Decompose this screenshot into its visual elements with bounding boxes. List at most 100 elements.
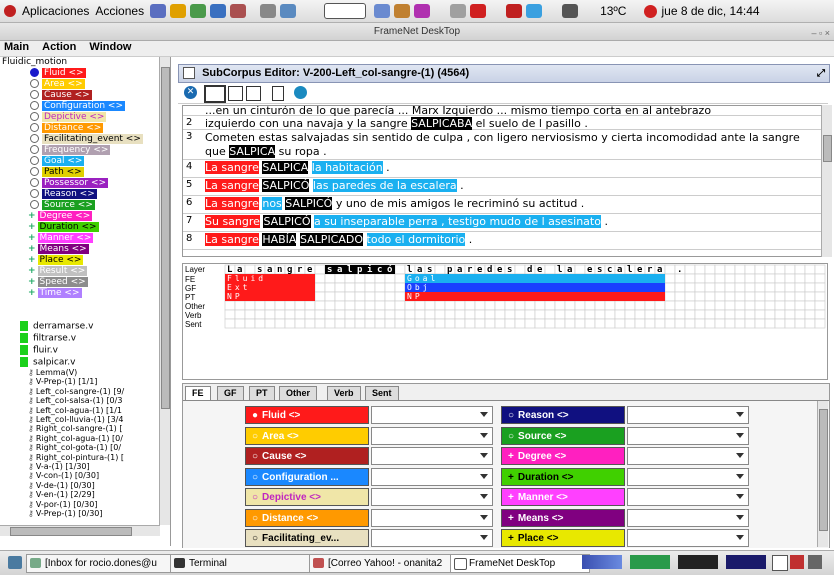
grid-cell[interactable]	[664, 300, 676, 311]
tree-subcorpus-item[interactable]: ⚷ Right_col-agua-(1) [0/	[28, 434, 123, 443]
scroll-thumb[interactable]	[161, 67, 170, 409]
tab-verb[interactable]: Verb	[327, 386, 361, 400]
grid-cell[interactable]	[244, 264, 256, 275]
info-icon[interactable]	[294, 86, 307, 99]
tray-icon[interactable]	[450, 4, 467, 18]
grid-cell[interactable]	[484, 318, 496, 329]
grid-cell[interactable]	[324, 282, 336, 293]
grid-cell[interactable]	[294, 318, 306, 329]
grid-cell[interactable]	[394, 264, 406, 275]
fe-select[interactable]	[371, 406, 493, 424]
tray-icon[interactable]	[790, 555, 804, 569]
grid-cell[interactable]	[364, 273, 376, 284]
sentence-row[interactable]: 4 La sangre SALPICA la habitación .	[183, 159, 821, 178]
fe-scrollbar[interactable]	[817, 401, 828, 547]
grid-cell[interactable]	[544, 309, 556, 320]
grid-cell[interactable]	[814, 291, 826, 302]
fe-select[interactable]	[627, 406, 749, 424]
fe-goal-span[interactable]: las paredes de la escalera	[312, 179, 457, 192]
grid-cell[interactable]	[774, 264, 786, 275]
fe-select[interactable]	[371, 426, 493, 445]
tray-icon[interactable]	[562, 4, 579, 18]
tree-fe-item[interactable]: + Means <>	[28, 244, 89, 255]
grid-cell[interactable]	[524, 318, 536, 329]
grid-cell[interactable]	[234, 309, 246, 320]
tab-fe[interactable]: FE	[185, 386, 211, 400]
grid-cell[interactable]	[814, 318, 826, 329]
launcher-icon[interactable]	[150, 4, 167, 18]
grid-cell[interactable]	[764, 282, 776, 293]
grid-cell[interactable]	[434, 309, 446, 320]
grid-cell[interactable]	[284, 300, 296, 311]
tray-icon[interactable]	[808, 555, 822, 569]
grid-cell[interactable]	[404, 309, 416, 320]
weather-applet[interactable]: 13ºC	[600, 4, 626, 18]
grid-cell[interactable]	[584, 309, 596, 320]
tree-subcorpus-item[interactable]: ⚷ V-Prep-(1) [0/30]	[28, 509, 103, 518]
grid-cell[interactable]	[244, 309, 256, 320]
grid-cell[interactable]	[444, 300, 456, 311]
grid-cell[interactable]	[694, 318, 706, 329]
volume-applet[interactable]	[324, 3, 367, 19]
applications-menu[interactable]: Aplicaciones	[22, 4, 89, 18]
grid-cell[interactable]	[554, 318, 566, 329]
frame-tree[interactable]: Fluidic_motion Fluid <> Area <> Cause <> Co…	[0, 57, 171, 546]
grid-cell[interactable]	[794, 300, 806, 311]
grid-cell[interactable]	[724, 318, 736, 329]
grid-cell[interactable]	[714, 318, 726, 329]
grid-cell[interactable]	[334, 309, 346, 320]
fe-select[interactable]	[627, 447, 749, 465]
grid-cell[interactable]	[714, 300, 726, 311]
grid-cell[interactable]	[654, 309, 666, 320]
grid-cell[interactable]	[784, 291, 796, 302]
tree-fe-item[interactable]: Area <>	[30, 79, 85, 90]
grid-cell[interactable]	[454, 318, 466, 329]
grid-cell[interactable]	[664, 291, 676, 302]
grid-cell[interactable]	[604, 318, 616, 329]
grid-cell[interactable]	[504, 300, 516, 311]
grid-cell[interactable]	[694, 282, 706, 293]
sentence-list[interactable]: ...en un cinturón de lo que parecía ... …	[182, 105, 822, 257]
grid-cell[interactable]	[274, 318, 286, 329]
launcher-icon[interactable]	[190, 4, 207, 18]
tree-subcorpus-item[interactable]: ⚷ Lemma(V)	[28, 368, 77, 377]
grid-cell[interactable]	[774, 300, 786, 311]
grid-cell[interactable]	[304, 300, 316, 311]
workspace-applet[interactable]	[630, 555, 670, 569]
grid-cell[interactable]	[294, 300, 306, 311]
grid-cell[interactable]	[654, 318, 666, 329]
fe-select[interactable]	[627, 508, 749, 527]
tree-subcorpus-item[interactable]: ⚷ V-por-(1) [0/30]	[28, 500, 97, 509]
grid-cell[interactable]	[404, 300, 416, 311]
grid-cell[interactable]	[364, 282, 376, 293]
grid-cell[interactable]	[384, 282, 396, 293]
tray-icon[interactable]	[470, 4, 487, 18]
grid-cell[interactable]	[264, 300, 276, 311]
tree-lu-item[interactable]: derramarse.v	[20, 321, 93, 332]
grid-cell[interactable]	[674, 273, 686, 284]
tree-lu-item[interactable]: filtrarse.v	[20, 333, 76, 344]
grid-cell[interactable]	[344, 300, 356, 311]
grid-cell[interactable]	[484, 300, 496, 311]
fe-button[interactable]: + Means <>	[501, 508, 625, 527]
grid-cell[interactable]	[324, 309, 336, 320]
grid-cell[interactable]	[714, 264, 726, 275]
grid-cell[interactable]	[354, 300, 366, 311]
grid-cell[interactable]	[494, 318, 506, 329]
grid-cell[interactable]	[234, 318, 246, 329]
fe-button[interactable]: ● Fluid <>	[245, 406, 369, 424]
grid-cell[interactable]	[814, 300, 826, 311]
tree-subcorpus-item[interactable]: ⚷ Left_col-agua-(1) [1/1	[28, 406, 122, 415]
grid-cell[interactable]	[704, 300, 716, 311]
tree-hscrollbar[interactable]	[0, 525, 160, 536]
fe-select[interactable]	[627, 488, 749, 506]
grid-cell[interactable]	[734, 309, 746, 320]
grid-cell[interactable]	[734, 273, 746, 284]
fe-button[interactable]: ○ Area <>	[245, 426, 369, 445]
grid-cell[interactable]	[454, 300, 466, 311]
tree-fe-item[interactable]: Path <>	[30, 167, 84, 178]
grid-cell[interactable]	[704, 282, 716, 293]
grid-cell[interactable]	[804, 300, 816, 311]
grid-cell[interactable]	[664, 282, 676, 293]
tree-fe-item[interactable]: + Result <>	[28, 266, 88, 277]
